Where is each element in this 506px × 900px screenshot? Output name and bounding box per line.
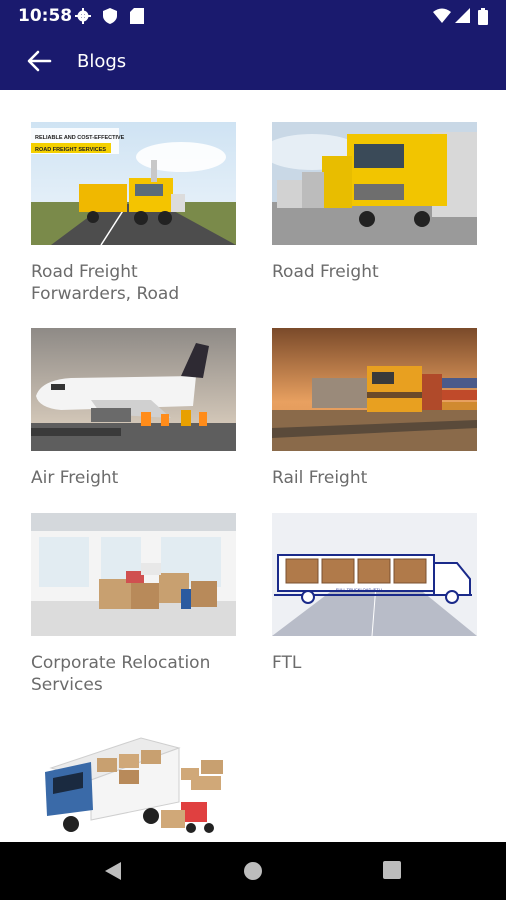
blog-title: Corporate Relocation Services xyxy=(31,653,211,695)
app-bar: Blogs xyxy=(0,32,506,90)
blog-title: Air Freight xyxy=(31,468,119,488)
blog-title: Road Freight Forwarders, Road xyxy=(31,262,180,304)
blog-card-road-freight-forwarders[interactable]: RELIABLE AND COST-EFFECTIVE ROAD FREIGHT… xyxy=(31,122,236,305)
ftl-truck-text: FULL TRUCKLOAD (FTL) xyxy=(336,587,383,592)
blog-title: FTL xyxy=(272,653,302,673)
blog-title: Rail Freight xyxy=(272,468,368,488)
blog-image-corporate-relocation xyxy=(31,513,236,636)
nav-recents-icon[interactable] xyxy=(383,861,401,879)
blog-card-corporate-relocation[interactable]: Corporate Relocation Services xyxy=(31,513,236,696)
page-title: Blogs xyxy=(77,51,127,72)
shield-icon xyxy=(103,8,117,24)
back-arrow-icon[interactable] xyxy=(26,49,52,73)
nav-home-icon[interactable] xyxy=(243,861,263,881)
blog-image-rail-freight xyxy=(272,328,477,451)
status-bar: 10:58 xyxy=(0,0,506,32)
nav-back-icon[interactable] xyxy=(103,861,123,881)
blog-card-air-freight[interactable]: Air Freight xyxy=(31,328,236,489)
banner-text-line1: RELIABLE AND COST-EFFECTIVE xyxy=(35,135,125,141)
battery-icon xyxy=(478,8,488,25)
sd-card-icon xyxy=(130,8,144,24)
blog-image-logistics xyxy=(31,720,236,842)
blog-card-logistics[interactable] xyxy=(31,720,236,842)
blog-image-ftl: FULL TRUCKLOAD (FTL) xyxy=(272,513,477,636)
blog-image-road-freight xyxy=(272,122,477,245)
navigation-bar xyxy=(0,842,506,900)
signal-icon xyxy=(455,8,470,23)
wifi-icon xyxy=(433,8,451,23)
status-time: 10:58 xyxy=(18,6,73,26)
blog-card-ftl[interactable]: FULL TRUCKLOAD (FTL) FTL xyxy=(272,513,477,674)
blog-card-road-freight[interactable]: Road Freight xyxy=(272,122,477,283)
blog-image-road-freight-forwarders: RELIABLE AND COST-EFFECTIVE ROAD FREIGHT… xyxy=(31,122,236,245)
blog-grid: RELIABLE AND COST-EFFECTIVE ROAD FREIGHT… xyxy=(0,90,506,842)
blog-title: Road Freight xyxy=(272,262,379,282)
banner-text-line2: ROAD FREIGHT SERVICES xyxy=(35,147,106,153)
blog-card-rail-freight[interactable]: Rail Freight xyxy=(272,328,477,489)
blog-image-air-freight xyxy=(31,328,236,451)
settings-icon xyxy=(75,8,91,24)
